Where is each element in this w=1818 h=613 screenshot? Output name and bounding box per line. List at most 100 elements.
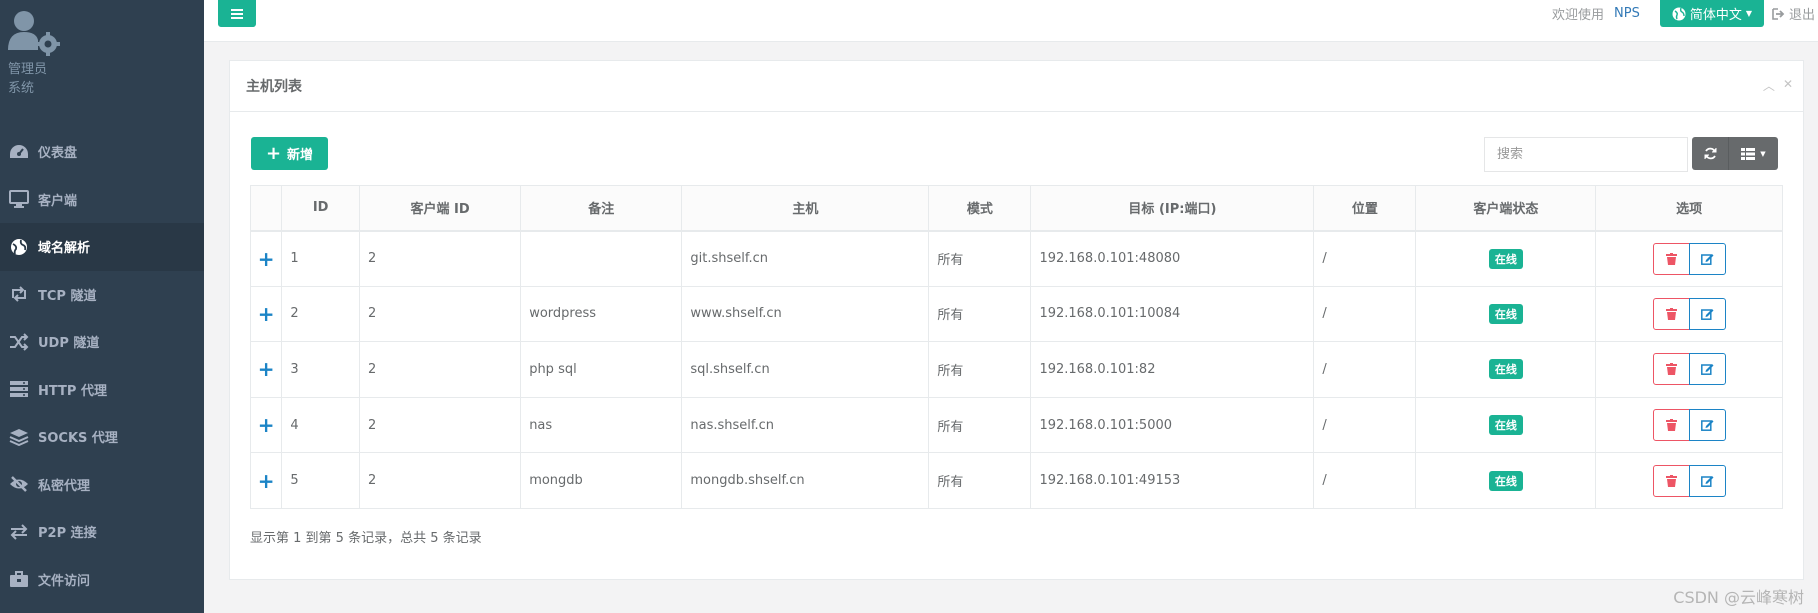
refresh-button[interactable] — [1692, 137, 1729, 170]
edit-icon — [1700, 253, 1714, 265]
status-badge: 在线 — [1488, 303, 1523, 324]
column-header-remark[interactable]: 备注 — [520, 185, 683, 232]
delete-button[interactable] — [1652, 242, 1690, 275]
column-header-mode[interactable]: 模式 — [928, 185, 1032, 232]
add-button-label: 新增 — [287, 148, 314, 163]
menu-toggle-button[interactable] — [218, 0, 256, 27]
cell-location: / — [1313, 396, 1417, 454]
column-header-location[interactable]: 位置 — [1313, 185, 1417, 232]
top-navbar: 欢迎使用 NPS 简体中文 ▼ 退出 — [204, 0, 1818, 42]
cell-location: / — [1313, 285, 1417, 343]
columns-dropdown-button[interactable]: ▼ — [1729, 137, 1778, 170]
trash-icon — [1665, 419, 1677, 432]
sidebar-nav: 仪表盘 客户端 域名解析 TCP 隧道 UDP 隧道 HTTP 代理 SOCKS… — [0, 128, 204, 603]
sidebar-item-label: P2P 连接 — [38, 526, 97, 542]
user-role: 系统 — [8, 81, 35, 96]
expand-row-icon[interactable]: + — [249, 452, 283, 509]
cell-host: sql.shself.cn — [681, 341, 930, 398]
dashboard-icon — [8, 143, 30, 161]
expand-row-icon[interactable]: + — [249, 285, 283, 343]
expand-row-icon[interactable]: + — [249, 396, 283, 454]
logout-label: 退出 — [1789, 8, 1816, 23]
cell-id: 4 — [281, 396, 360, 454]
edit-button[interactable] — [1688, 409, 1726, 442]
search-input[interactable] — [1484, 137, 1688, 172]
column-header-expand — [249, 185, 283, 232]
cell-remark: nas — [520, 396, 683, 454]
edit-button[interactable] — [1688, 464, 1726, 497]
cell-host: nas.shself.cn — [681, 396, 930, 454]
trash-icon — [1665, 363, 1677, 376]
column-header-client-status[interactable]: 客户端状态 — [1415, 185, 1597, 232]
sidebar-item-socks[interactable]: SOCKS 代理 — [0, 413, 204, 461]
cell-status: 在线 — [1415, 341, 1597, 398]
status-badge: 在线 — [1488, 248, 1523, 269]
column-header-id[interactable]: ID — [281, 185, 360, 232]
refresh-icon — [1704, 147, 1716, 160]
sidebar-item-private[interactable]: 私密代理 — [0, 461, 204, 509]
nps-link[interactable]: NPS — [1614, 6, 1640, 21]
cell-target: 192.168.0.101:49153 — [1030, 452, 1315, 509]
cell-mode: 所有 — [928, 452, 1032, 509]
column-header-client-id[interactable]: 客户端 ID — [358, 185, 522, 232]
expand-row-icon[interactable]: + — [249, 230, 283, 287]
status-badge: 在线 — [1488, 415, 1523, 436]
logout-link[interactable]: 退出 — [1772, 4, 1818, 23]
language-dropdown[interactable]: 简体中文 ▼ — [1659, 0, 1764, 27]
sidebar-item-label: 仪表盘 — [38, 146, 78, 162]
sidebar-item-clients[interactable]: 客户端 — [0, 176, 204, 224]
cell-client-id: 2 — [358, 452, 522, 509]
collapse-icon[interactable]: ︿ — [1763, 77, 1775, 94]
sidebar-item-label: 客户端 — [38, 193, 78, 209]
column-header-target[interactable]: 目标 (IP:端口) — [1030, 185, 1315, 232]
delete-button[interactable] — [1652, 409, 1690, 442]
cell-id: 3 — [281, 341, 360, 398]
sidebar-item-label: HTTP 代理 — [38, 383, 107, 399]
status-badge: 在线 — [1488, 470, 1523, 491]
hamburger-icon — [231, 8, 243, 19]
cell-options — [1595, 396, 1783, 454]
cell-location: / — [1313, 341, 1417, 398]
sidebar-item-http[interactable]: HTTP 代理 — [0, 366, 204, 414]
delete-button[interactable] — [1652, 353, 1690, 386]
sidebar-item-tcp[interactable]: TCP 隧道 — [0, 271, 204, 319]
expand-row-icon[interactable]: + — [249, 341, 283, 398]
layers-icon — [8, 428, 30, 446]
sidebar-item-domain[interactable]: 域名解析 — [0, 223, 204, 271]
pagination-info: 显示第 1 到第 5 条记录，总共 5 条记录 — [250, 531, 482, 546]
cell-id: 1 — [281, 230, 360, 287]
table-toolbar: ▼ — [1692, 137, 1778, 170]
cell-target: 192.168.0.101:5000 — [1030, 396, 1315, 454]
edit-button[interactable] — [1688, 297, 1726, 330]
edit-button[interactable] — [1688, 242, 1726, 275]
th-list-icon — [1741, 147, 1756, 160]
panel-tools: ︿ ✕ — [1763, 77, 1793, 94]
desktop-icon — [8, 190, 30, 209]
add-button[interactable]: + 新增 — [251, 137, 328, 170]
cell-status: 在线 — [1415, 230, 1597, 287]
user-name[interactable]: 管理员 — [8, 58, 47, 77]
sidebar-item-p2p[interactable]: P2P 连接 — [0, 508, 204, 556]
cell-host: www.shself.cn — [681, 285, 930, 343]
column-header-host[interactable]: 主机 — [681, 185, 930, 232]
edit-button[interactable] — [1688, 353, 1726, 386]
cell-target: 192.168.0.101:82 — [1030, 341, 1315, 398]
caret-down-icon: ▼ — [1745, 9, 1752, 18]
delete-button[interactable] — [1652, 464, 1690, 497]
cell-id: 5 — [281, 452, 360, 509]
column-header-options: 选项 — [1595, 185, 1783, 232]
sidebar-item-label: UDP 隧道 — [38, 336, 100, 352]
cell-status: 在线 — [1415, 396, 1597, 454]
briefcase-icon — [8, 570, 30, 588]
table-row: + 3 2 php sql sql.shself.cn 所有 192.168.0… — [249, 341, 1783, 398]
eye-slash-icon — [8, 475, 30, 493]
cell-options — [1595, 230, 1783, 287]
delete-button[interactable] — [1652, 297, 1690, 330]
sidebar-item-files[interactable]: 文件访问 — [0, 556, 204, 604]
trash-icon — [1665, 307, 1677, 320]
cell-options — [1595, 341, 1783, 398]
close-icon[interactable]: ✕ — [1783, 77, 1793, 94]
sidebar-item-udp[interactable]: UDP 隧道 — [0, 318, 204, 366]
sidebar-item-label: TCP 隧道 — [38, 288, 97, 304]
sidebar-item-dashboard[interactable]: 仪表盘 — [0, 128, 204, 176]
